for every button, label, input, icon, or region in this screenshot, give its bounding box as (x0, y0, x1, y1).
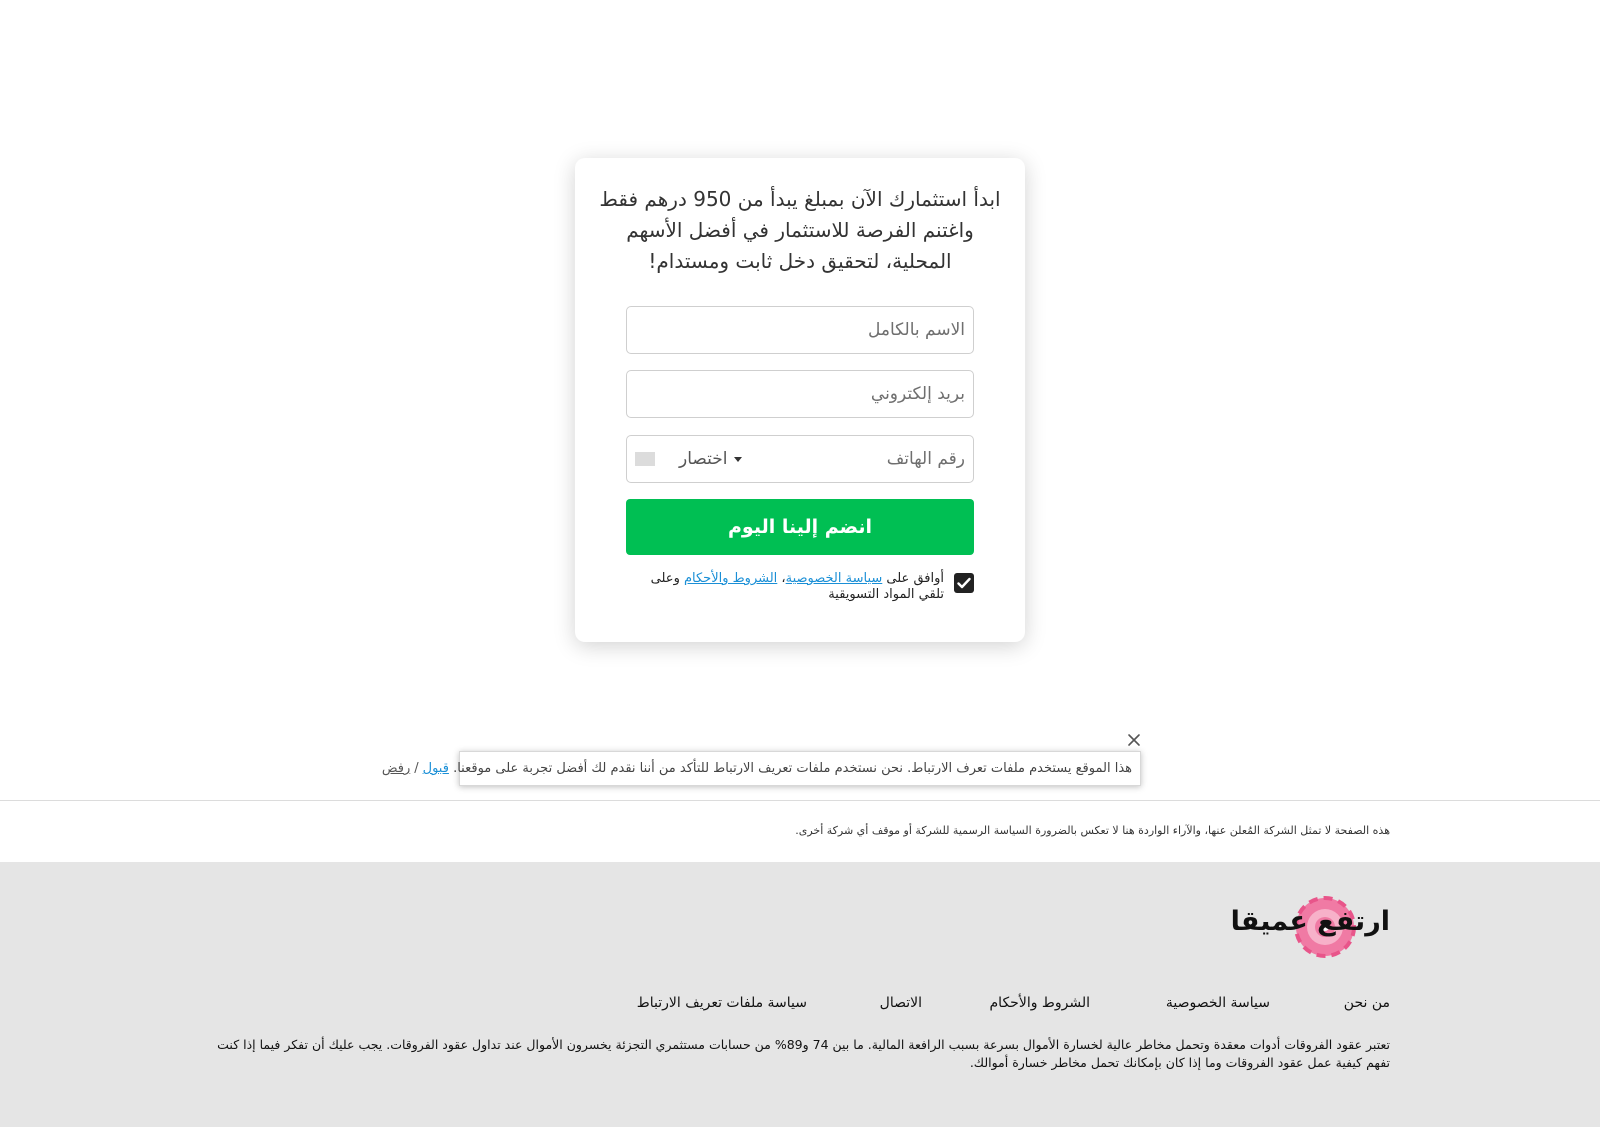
cookie-reject-link[interactable]: رفض (382, 761, 410, 776)
privacy-policy-link[interactable]: سياسة الخصوصية (786, 571, 883, 586)
risk-warning: تعتبر عقود الفروقات أدوات معقدة وتحمل مخ… (217, 1037, 1390, 1070)
country-code-label: اختصار (679, 449, 728, 469)
footer-link-terms[interactable]: الشروط والأحكام (990, 995, 1090, 1011)
footer-nav: من نحن سياسة الخصوصية الشروط والأحكام ال… (637, 995, 1390, 1015)
checkmark-icon (957, 577, 971, 589)
consent-text: أوافق على سياسة الخصوصية، الشروط والأحكا… (626, 571, 944, 603)
chevron-down-icon (733, 456, 742, 462)
divider (0, 800, 1600, 801)
footer-link-contact[interactable]: الاتصال (880, 995, 922, 1011)
phone-input[interactable] (753, 436, 973, 482)
cookie-banner: هذا الموقع يستخدم ملفات تعرف الارتباط. ن… (382, 751, 1141, 786)
join-button[interactable]: انضم إلينا اليوم (626, 499, 974, 555)
footer-link-about[interactable]: من نحن (1344, 995, 1390, 1011)
brand-name: ارتفع عميقا (1230, 906, 1390, 937)
cookie-accept-link[interactable]: قبول (423, 761, 449, 776)
terms-link[interactable]: الشروط والأحكام (684, 571, 777, 586)
consent-prefix: أوافق على (882, 571, 944, 586)
footer-link-privacy[interactable]: سياسة الخصوصية (1166, 995, 1270, 1011)
footer-link-cookies[interactable]: سياسة ملفات تعريف الارتباط (637, 995, 807, 1011)
close-icon (1128, 734, 1140, 746)
phone-field[interactable]: اختصار (626, 435, 974, 483)
signup-card: ابدأ استثمارك الآن بمبلغ يبدأ من 950 دره… (575, 158, 1025, 642)
full-name-input[interactable] (627, 307, 973, 353)
flag-icon (635, 452, 655, 466)
page-disclaimer: هذه الصفحة لا تمثل الشركة المُعلن عنها، … (795, 824, 1390, 837)
brand-logo[interactable]: ارتفع عميقا (1231, 896, 1390, 960)
full-name-field[interactable] (626, 306, 974, 354)
consent-checkbox[interactable] (954, 573, 974, 593)
consent-separator: ، (777, 571, 786, 586)
email-input[interactable] (627, 371, 973, 417)
footer: ارتفع عميقا من نحن سياسة الخصوصية الشروط… (0, 862, 1600, 1127)
signup-headline: ابدأ استثمارك الآن بمبلغ يبدأ من 950 دره… (599, 187, 1001, 273)
consent-row: أوافق على سياسة الخصوصية، الشروط والأحكا… (626, 571, 974, 603)
cookie-separator: / (414, 761, 419, 776)
country-code-select[interactable]: اختصار (635, 436, 742, 482)
cookie-close-button[interactable] (1124, 730, 1144, 750)
cookie-message: هذا الموقع يستخدم ملفات تعرف الارتباط. ن… (453, 761, 1132, 776)
email-field[interactable] (626, 370, 974, 418)
